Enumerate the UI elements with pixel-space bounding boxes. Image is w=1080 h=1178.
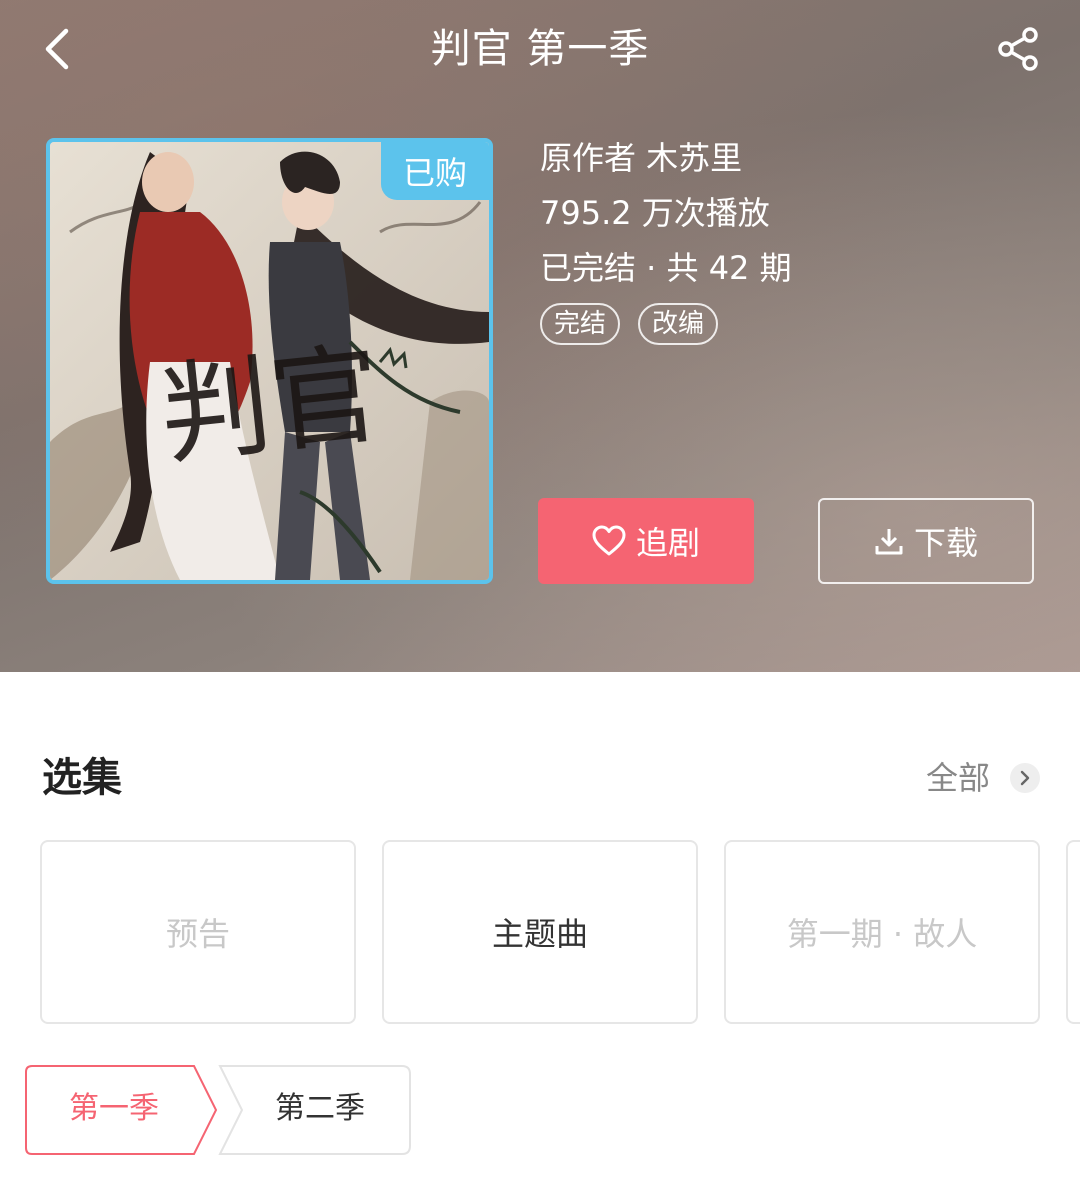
episode-card-trailer[interactable]: 预告 <box>40 840 356 1024</box>
play-count-text: 795.2 万次播放 <box>540 194 770 232</box>
chevron-right-icon <box>1010 763 1040 793</box>
cover-art[interactable]: 判官 已购 <box>46 138 493 584</box>
follow-button[interactable]: 追剧 <box>538 498 754 584</box>
see-all-button[interactable]: 全部 <box>926 756 1040 800</box>
back-button[interactable] <box>30 22 84 76</box>
episode-list: 预告 主题曲 第一期 · 故人 <box>40 840 1080 1026</box>
tag-completed[interactable]: 完结 <box>540 303 621 345</box>
download-button[interactable]: 下载 <box>818 498 1034 584</box>
episodes-title: 选集 <box>42 755 122 801</box>
page-title: 判官 第一季 <box>430 26 650 72</box>
chevron-left-icon <box>45 28 69 70</box>
episode-card-theme-song[interactable]: 主题曲 <box>382 840 698 1024</box>
share-button[interactable] <box>992 22 1046 76</box>
meta-info: 原作者 木苏里 795.2 万次播放 已完结 · 共 42 期 完结 改编 <box>540 138 792 345</box>
cover-illustration: 判官 <box>50 142 489 580</box>
heart-icon <box>592 525 626 556</box>
purchased-badge: 已购 <box>381 142 489 200</box>
follow-label: 追剧 <box>635 524 700 562</box>
see-all-label: 全部 <box>925 759 990 797</box>
episode-card-next-partial[interactable] <box>1066 840 1080 1024</box>
tag-list: 完结 改编 <box>540 303 792 345</box>
download-icon <box>875 529 903 555</box>
season-tab-1[interactable]: 第一季 <box>24 1064 204 1156</box>
header-hero: 判官 第一季 判官 已购 原作者 木苏里 795.2 万次播放 已完结 · 共 … <box>0 0 1080 672</box>
tag-adapted[interactable]: 改编 <box>638 303 719 345</box>
share-icon <box>998 27 1038 71</box>
season-tab-2[interactable]: 第二季 <box>230 1064 410 1156</box>
cover-calligraphy: 判官 <box>154 330 386 480</box>
author-text: 原作者 木苏里 <box>540 139 743 177</box>
season-tabs: 第一季 第二季 <box>24 1064 424 1156</box>
status-text: 已完结 · 共 42 期 <box>540 249 792 287</box>
episode-card-ep1[interactable]: 第一期 · 故人 <box>724 840 1040 1024</box>
download-label: 下载 <box>913 524 978 562</box>
